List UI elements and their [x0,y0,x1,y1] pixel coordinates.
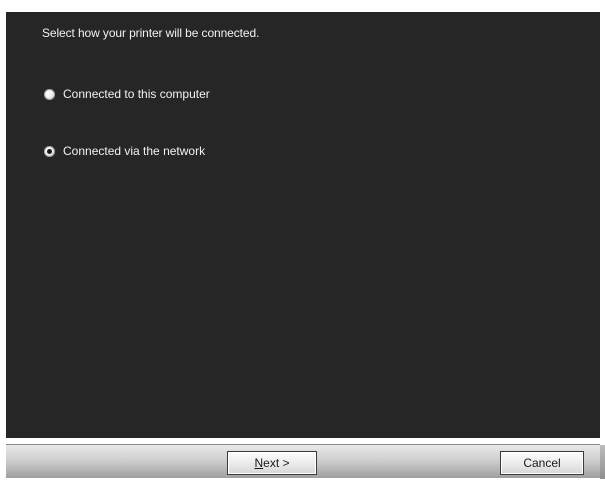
next-label: ext > [263,456,290,470]
radio-label-connected-to-computer[interactable]: Connected to this computer [63,87,210,101]
printer-connection-dialog: Select how your printer will be connecte… [0,0,605,482]
button-bar-edge [600,445,605,479]
radio-selected-dot [47,148,52,154]
radio-option-connected-to-computer[interactable]: Connected to this computer [44,85,210,103]
content-panel: Select how your printer will be connecte… [6,12,600,438]
radio-button-unselected[interactable] [44,88,55,100]
next-button[interactable]: Next > [227,451,317,475]
radio-label-connected-via-network[interactable]: Connected via the network [63,144,205,158]
next-mnemonic: N [254,456,264,470]
prompt-text: Select how your printer will be connecte… [42,26,260,40]
radio-button-selected[interactable] [44,145,55,157]
radio-option-connected-via-network[interactable]: Connected via the network [44,142,205,160]
button-bar: Next > Cancel [6,444,605,479]
cancel-button[interactable]: Cancel [500,451,584,475]
